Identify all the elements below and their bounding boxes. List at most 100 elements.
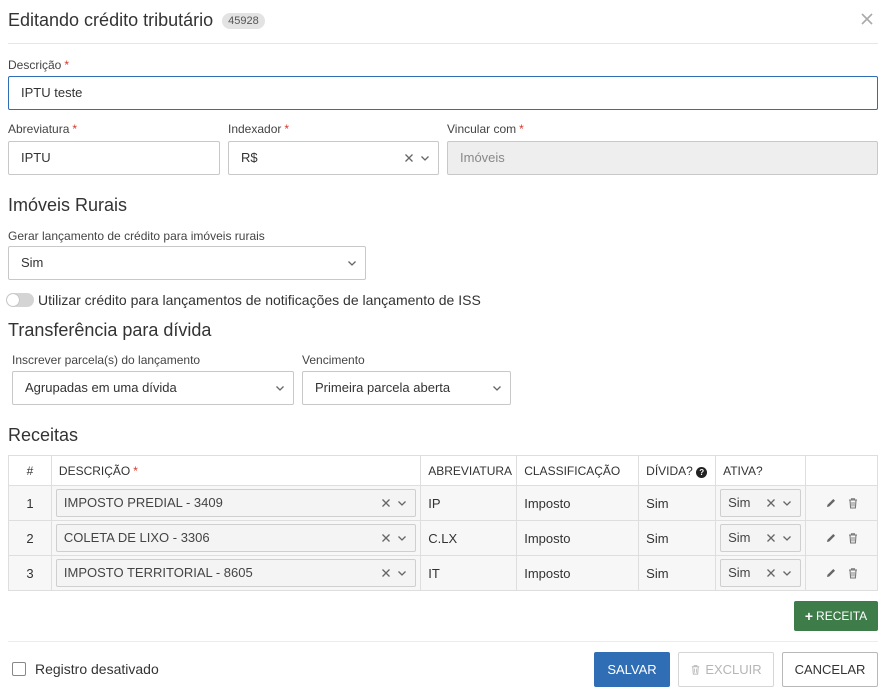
row-descricao-value: IMPOSTO PREDIAL - 3409: [63, 495, 223, 510]
inscrever-label: Inscrever parcela(s) do lançamento: [12, 353, 201, 367]
abreviatura-input[interactable]: IPTU: [8, 141, 220, 175]
row-descricao-cell: COLETA DE LIXO - 3306: [50, 520, 422, 556]
chevron-down-icon[interactable]: [397, 498, 407, 508]
x-icon[interactable]: [381, 533, 391, 543]
descricao-value: IPTU teste: [21, 85, 83, 100]
row-ativa-value: Sim: [728, 565, 751, 580]
gerar-lancamento-select[interactable]: Sim: [8, 246, 366, 280]
modal-title: Editando crédito tributário 45928: [8, 10, 265, 31]
row-ativa-select[interactable]: Sim: [720, 559, 801, 587]
row-descricao-cell: IMPOSTO TERRITORIAL - 8605: [50, 555, 422, 591]
chevron-down-icon[interactable]: [397, 568, 407, 578]
row-abreviatura: IP: [420, 485, 518, 521]
row-actions: [805, 485, 878, 521]
registro-desativado-label: Registro desativado: [35, 661, 159, 677]
row-ativa-select[interactable]: Sim: [720, 524, 801, 552]
chevron-down-icon[interactable]: [782, 568, 792, 578]
trash-icon[interactable]: [847, 567, 859, 579]
row-classificacao: Imposto: [516, 555, 640, 591]
inscrever-value: Agrupadas em uma dívida: [25, 380, 177, 395]
row-abreviatura: IT: [420, 555, 518, 591]
trash-icon[interactable]: [847, 497, 859, 509]
chevron-down-icon[interactable]: [782, 498, 792, 508]
row-ativa-value: Sim: [728, 495, 751, 510]
trash-icon[interactable]: [847, 532, 859, 544]
pencil-icon[interactable]: [825, 532, 837, 544]
question-circle-icon[interactable]: ?: [696, 466, 708, 478]
row-divida: Sim: [638, 555, 717, 591]
vincular-value: Imóveis: [460, 150, 505, 165]
record-id-badge: 45928: [222, 13, 265, 29]
col-abreviatura-header: ABREVIATURA: [420, 455, 518, 486]
col-ativa-header: ATIVA?: [715, 455, 806, 486]
vencimento-value: Primeira parcela aberta: [315, 380, 451, 395]
x-icon[interactable]: [766, 568, 776, 578]
row-abreviatura: C.LX: [420, 520, 518, 556]
registro-desativado-checkbox[interactable]: [12, 662, 26, 676]
trash-icon: [692, 665, 700, 675]
delete-button[interactable]: EXCLUIR: [678, 652, 774, 687]
col-num-header: #: [8, 455, 52, 486]
row-num: 3: [8, 555, 52, 591]
chevron-down-icon[interactable]: [397, 533, 407, 543]
table-row: 3 IMPOSTO TERRITORIAL - 8605 IT Imposto …: [8, 555, 878, 591]
row-descricao-select[interactable]: IMPOSTO TERRITORIAL - 8605: [55, 559, 417, 587]
save-button[interactable]: SALVAR: [594, 652, 670, 687]
modal-header: Editando crédito tributário 45928: [8, 8, 878, 44]
close-icon[interactable]: [860, 12, 874, 26]
abreviatura-label: Abreviatura *: [8, 122, 78, 136]
row-ativa-cell: Sim: [715, 485, 806, 521]
cancel-button[interactable]: CANCELAR: [782, 652, 878, 687]
chevron-down-icon[interactable]: [347, 258, 357, 268]
receitas-table: # DESCRIÇÃO * ABREVIATURA CLASSIFICAÇÃO D…: [8, 455, 878, 591]
table-row: 1 IMPOSTO PREDIAL - 3409 IP Imposto Sim …: [8, 485, 878, 521]
x-icon[interactable]: [381, 498, 391, 508]
vincular-input: Imóveis: [447, 141, 878, 175]
gerar-lancamento-value: Sim: [21, 255, 44, 270]
row-descricao-value: COLETA DE LIXO - 3306: [63, 530, 210, 545]
utilizar-credito-label: Utilizar crédito para lançamentos de not…: [38, 292, 481, 308]
x-icon[interactable]: [381, 568, 391, 578]
row-classificacao: Imposto: [516, 485, 640, 521]
row-divida: Sim: [638, 485, 717, 521]
chevron-down-icon[interactable]: [492, 383, 502, 393]
inscrever-select[interactable]: Agrupadas em uma dívida: [12, 371, 294, 405]
x-icon[interactable]: [766, 498, 776, 508]
chevron-down-icon[interactable]: [782, 533, 792, 543]
row-ativa-select[interactable]: Sim: [720, 489, 801, 517]
gerar-lancamento-label: Gerar lançamento de crédito para imóveis…: [8, 229, 265, 243]
col-descricao-header: DESCRIÇÃO *: [50, 455, 422, 486]
table-header-row: # DESCRIÇÃO * ABREVIATURA CLASSIFICAÇÃO D…: [8, 455, 878, 486]
row-divida: Sim: [638, 520, 717, 556]
imoveis-rurais-title: Imóveis Rurais: [8, 195, 128, 215]
descricao-input[interactable]: IPTU teste: [8, 76, 878, 110]
add-receita-label: RECEITA: [816, 609, 868, 623]
add-receita-button[interactable]: + RECEITA: [794, 601, 878, 631]
pencil-icon[interactable]: [825, 567, 837, 579]
footer-divider: [8, 641, 878, 642]
vincular-label: Vincular com *: [447, 122, 524, 136]
row-descricao-select[interactable]: IMPOSTO PREDIAL - 3409: [55, 489, 417, 517]
row-num: 1: [8, 485, 52, 521]
row-descricao-select[interactable]: COLETA DE LIXO - 3306: [55, 524, 417, 552]
row-ativa-cell: Sim: [715, 520, 806, 556]
transferencia-title: Transferência para dívida: [8, 320, 212, 340]
indexador-label: Indexador *: [228, 122, 290, 136]
save-label: SALVAR: [607, 662, 657, 677]
modal-title-text: Editando crédito tributário: [8, 10, 214, 30]
x-icon[interactable]: [766, 533, 776, 543]
descricao-label: Descrição *: [8, 58, 70, 72]
vencimento-select[interactable]: Primeira parcela aberta: [302, 371, 511, 405]
indexador-select[interactable]: R$: [228, 141, 439, 175]
x-icon[interactable]: [404, 153, 414, 163]
col-classificacao-header: CLASSIFICAÇÃO: [516, 455, 640, 486]
chevron-down-icon[interactable]: [275, 383, 285, 393]
row-actions: [805, 520, 878, 556]
utilizar-credito-toggle[interactable]: [6, 293, 34, 307]
pencil-icon[interactable]: [825, 497, 837, 509]
col-actions-header: [805, 455, 878, 486]
row-descricao-cell: IMPOSTO PREDIAL - 3409: [50, 485, 422, 521]
row-actions: [805, 555, 878, 591]
chevron-down-icon[interactable]: [420, 153, 430, 163]
col-divida-header: DÍVIDA? ?: [638, 455, 717, 486]
